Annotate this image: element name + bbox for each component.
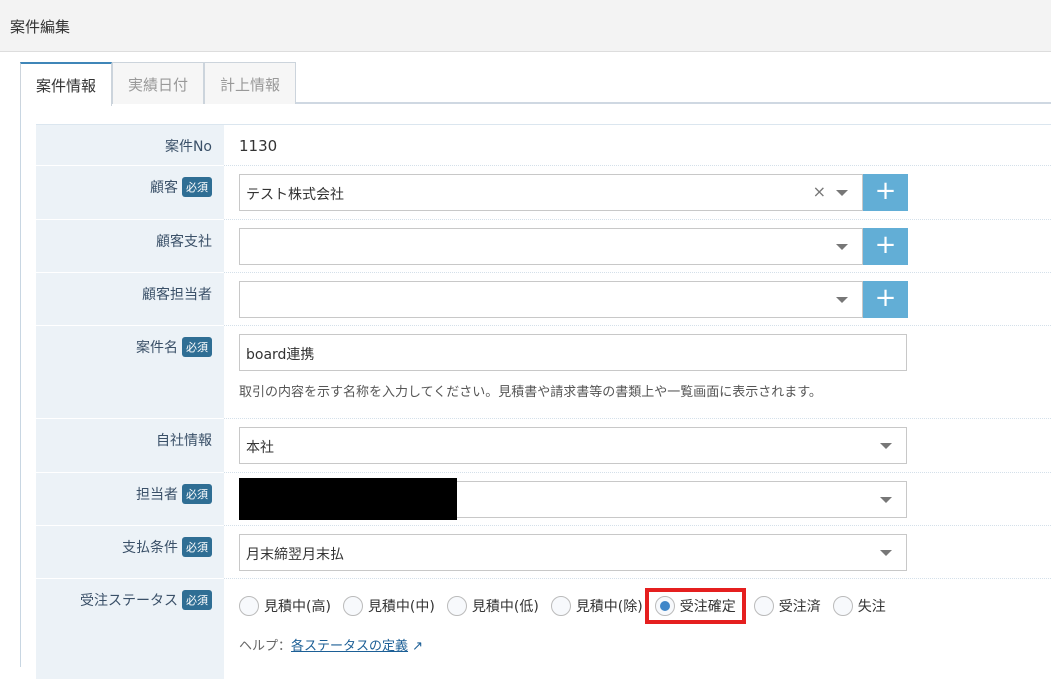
tab-accounting-info[interactable]: 計上情報 — [204, 62, 297, 104]
row-case-name: 案件名 必須 board連携取引の内容を示す名称を入力してください。見積書や請求書… — [36, 326, 1051, 419]
radio-button[interactable] — [239, 596, 259, 616]
option-label: 受注済 — [778, 599, 821, 615]
customer-label: 顧客 — [150, 180, 178, 196]
radio-button[interactable] — [446, 596, 467, 616]
customer-branch-label: 顧客支社 — [156, 234, 212, 250]
option-label: 見積中(中) — [367, 599, 435, 615]
case-name-input[interactable]: board連携 — [239, 334, 907, 371]
status-option[interactable]: 見積中(高) — [239, 596, 331, 616]
chevron-down-icon — [880, 443, 892, 449]
required-badge: 必須 — [182, 337, 212, 357]
page-title: 案件編集 — [10, 18, 71, 36]
radio-button[interactable] — [654, 596, 675, 616]
radio-button[interactable] — [832, 596, 853, 616]
company-select[interactable]: 本社 — [239, 427, 907, 464]
radio-button[interactable] — [342, 596, 363, 616]
chevron-down-icon — [836, 244, 848, 250]
payment-select[interactable]: 月末締翌月末払 — [239, 534, 907, 571]
status-option[interactable]: 見積中(除) — [550, 596, 643, 616]
status-option[interactable]: 受注済 — [753, 596, 821, 616]
customer-select[interactable]: テスト株式会社 × — [239, 174, 863, 211]
case-name-hint: 取引の内容を示す名称を入力してください。見積書や請求書等の書類上や一覧画面に表示… — [239, 385, 822, 400]
company-value: 本社 — [246, 440, 274, 456]
row-customer: 顧客 必須 テスト株式会社 × + — [36, 166, 1051, 220]
case-name-label: 案件名 — [136, 340, 178, 356]
status-label: 受注ステータス — [80, 593, 178, 609]
case-no-label: 案件No — [164, 139, 212, 155]
option-label: 見積中(低) — [471, 599, 539, 615]
add-branch-button[interactable]: + — [863, 228, 908, 265]
row-customer-contact: 顧客担当者 + — [36, 273, 1051, 326]
add-customer-button[interactable]: + — [863, 174, 908, 211]
panel-border — [20, 103, 21, 667]
customer-contact-label: 顧客担当者 — [142, 287, 212, 303]
option-label: 受注確定 — [679, 599, 736, 615]
radio-button[interactable] — [753, 596, 774, 616]
option-label: 見積中(高) — [264, 599, 331, 615]
staff-label: 担当者 — [136, 487, 178, 503]
external-link-icon: ↗ — [412, 639, 424, 654]
status-definition-link[interactable]: 各ステータスの定義 — [291, 639, 408, 654]
case-form: 案件No 1130 顧客 必須 テスト株式会社 × + 顧客支社 + 顧客担当者 + … — [36, 124, 1051, 680]
row-status: 受注ステータス 必須 見積中(高) 見積中(中) 見積中(低) 見積中(除) 受注… — [36, 579, 1051, 680]
tab-actual-dates[interactable]: 実績日付 — [112, 62, 205, 104]
help-prefix: ヘルプ： — [239, 639, 292, 654]
status-option[interactable]: 失注 — [832, 596, 886, 616]
required-badge: 必須 — [182, 537, 212, 557]
status-option[interactable]: 見積中(中) — [342, 596, 435, 616]
status-radio-group: 見積中(高) 見積中(中) 見積中(低) 見積中(除) 受注確定 受注済 失注 — [239, 587, 1051, 624]
staff-select[interactable] — [239, 478, 907, 520]
customer-value: テスト株式会社 — [246, 187, 344, 203]
case-no-value: 1130 — [239, 137, 278, 155]
page-header: 案件編集 — [0, 0, 1051, 52]
tab-case-info[interactable]: 案件情報 — [20, 62, 113, 106]
row-case-no: 案件No 1130 — [36, 125, 1051, 166]
add-contact-button[interactable]: + — [863, 281, 908, 318]
radio-button[interactable] — [550, 596, 571, 616]
row-company: 自社情報 本社 — [36, 419, 1051, 473]
required-badge: 必須 — [182, 177, 212, 197]
chevron-down-icon — [836, 190, 848, 196]
row-staff: 担当者 必須 — [36, 473, 1051, 526]
company-label: 自社情報 — [156, 433, 212, 449]
required-badge: 必須 — [182, 590, 212, 610]
customer-contact-select[interactable] — [239, 281, 863, 318]
option-label: 失注 — [857, 599, 886, 615]
chevron-down-icon — [880, 550, 892, 556]
chevron-down-icon — [880, 497, 892, 503]
required-badge: 必須 — [182, 484, 212, 504]
payment-label: 支払条件 — [122, 540, 178, 556]
customer-branch-select[interactable] — [239, 228, 863, 265]
clear-icon[interactable]: × — [813, 182, 826, 201]
option-label: 見積中(除) — [575, 599, 643, 615]
status-option-selected[interactable]: 受注確定 — [644, 588, 746, 624]
row-customer-branch: 顧客支社 + — [36, 220, 1051, 273]
payment-value: 月末締翌月末払 — [246, 547, 344, 563]
tab-bar: 案件情報 実績日付 計上情報 — [20, 62, 1051, 106]
row-payment: 支払条件 必須 月末締翌月末払 — [36, 526, 1051, 579]
status-option[interactable]: 見積中(低) — [446, 596, 539, 616]
redacted-block — [239, 478, 457, 520]
status-help: ヘルプ：各ステータスの定義 ↗ — [239, 635, 1051, 654]
chevron-down-icon — [836, 297, 848, 303]
